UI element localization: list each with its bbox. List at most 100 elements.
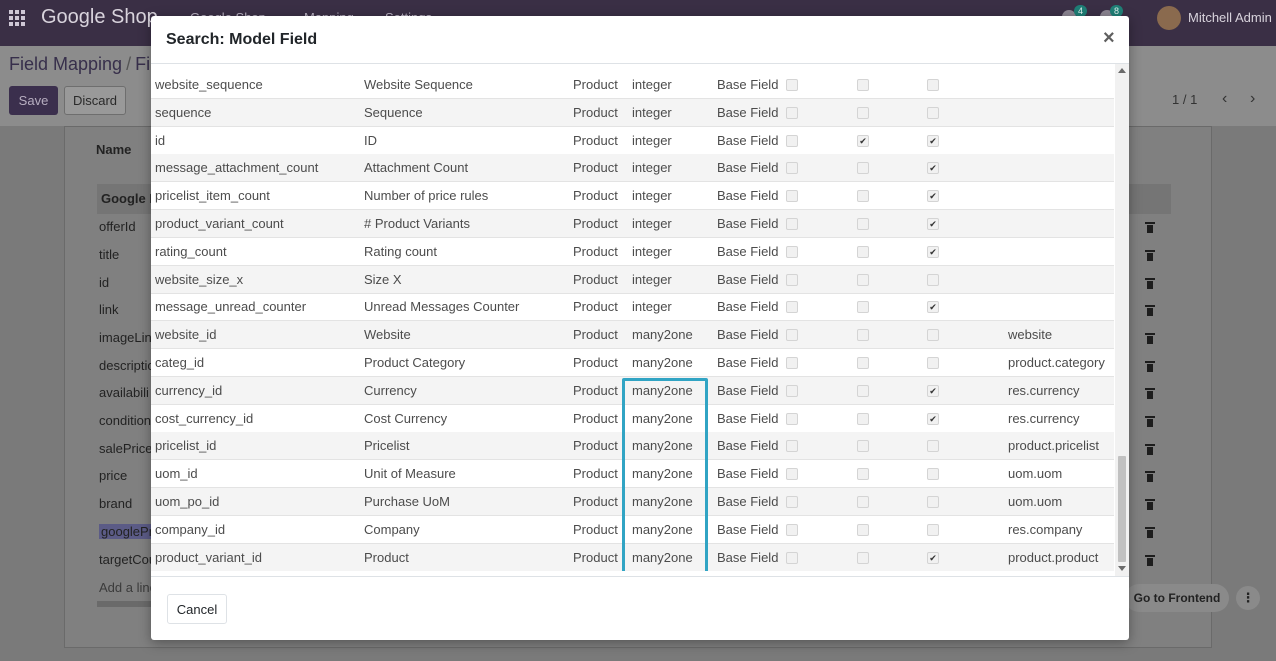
close-icon[interactable]: × [1103, 27, 1115, 50]
checkbox [927, 468, 939, 481]
checkbox [927, 329, 939, 342]
line-item[interactable]: price [99, 468, 127, 483]
trash-icon[interactable] [1145, 222, 1155, 233]
field-origin-cell: Base Field [717, 188, 779, 204]
breadcrumb-current: Fi [135, 54, 151, 74]
table-row[interactable]: company_id Company Product many2one Base Fie… [151, 516, 1114, 544]
add-line-link[interactable]: Add a line [99, 580, 157, 595]
field-type-cell: integer [632, 104, 672, 120]
trash-icon[interactable] [1145, 471, 1155, 482]
discard-button[interactable]: Discard [64, 86, 126, 115]
checkbox: ✔ [927, 551, 939, 564]
cancel-button[interactable]: Cancel [167, 594, 227, 624]
dialog-body: website_sequence Website Sequence Product i… [151, 71, 1115, 571]
table-row[interactable]: message_unread_counter Unread Messages Co… [151, 293, 1114, 322]
field-name-cell: company_id [155, 521, 226, 537]
model-cell: Product [573, 355, 618, 370]
lines-header-label[interactable]: Google F [101, 191, 157, 206]
user-menu[interactable]: Mitchell Admin [1188, 10, 1272, 25]
dialog-header: Search: Model Field × [151, 16, 1129, 64]
trash-icon[interactable] [1145, 388, 1155, 399]
field-description-cell: Attachment Count [364, 160, 469, 176]
table-row[interactable]: uom_id Unit of Measure Product many2one Base… [151, 460, 1114, 489]
line-item[interactable]: id [99, 275, 109, 290]
field-origin-cell: Base Field [717, 438, 779, 454]
checkbox: ✔ [927, 245, 939, 258]
table-row[interactable]: uom_po_id Purchase UoM Product many2one Base… [151, 488, 1114, 516]
line-item[interactable]: title [99, 247, 119, 262]
trash-icon[interactable] [1145, 527, 1155, 538]
app-brand[interactable]: Google Shop [41, 6, 158, 29]
field-type-cell: many2one [632, 382, 693, 398]
field-type-cell: integer [632, 77, 672, 92]
scrollbar-thumb[interactable] [1118, 456, 1126, 562]
line-item[interactable]: condition [99, 413, 151, 428]
scroll-up-icon[interactable] [1118, 68, 1126, 73]
save-button[interactable]: Save [9, 86, 58, 115]
table-row[interactable]: cost_currency_id Cost Currency Product many… [151, 405, 1114, 433]
checkbox: ✔ [927, 134, 939, 147]
line-item[interactable]: googlePr [99, 524, 156, 539]
trash-icon[interactable] [1145, 278, 1155, 289]
apps-menu-icon[interactable] [9, 10, 25, 26]
trash-icon[interactable] [1145, 444, 1155, 455]
dialog-footer: Cancel [151, 576, 1129, 640]
breadcrumb-separator: / [126, 54, 132, 74]
pager-value[interactable]: 1 / 1 [1172, 92, 1197, 107]
field-description-cell: Rating count [364, 243, 437, 259]
table-row[interactable]: currency_id Currency Product many2one Base F… [151, 376, 1114, 405]
table-row[interactable]: website_id Website Product many2one Base Fie… [151, 321, 1114, 350]
trash-icon[interactable] [1145, 499, 1155, 510]
field-origin-cell: Base Field [717, 77, 779, 92]
checkbox: ✔ [927, 218, 939, 230]
table-row[interactable]: product_variant_count # Product Variants P… [151, 210, 1114, 238]
line-item[interactable]: salePrice [99, 441, 152, 456]
trash-icon[interactable] [1145, 555, 1155, 566]
table-row[interactable]: categ_id Product Category Product many2one B… [151, 349, 1114, 377]
line-item[interactable]: imageLin [99, 330, 152, 345]
table-row[interactable]: pricelist_item_count Number of price rule… [151, 182, 1114, 211]
trash-icon[interactable] [1145, 416, 1155, 427]
pager-previous-icon[interactable]: ‹ [1222, 90, 1227, 108]
line-item[interactable]: targetCou [99, 552, 156, 567]
checkbox [786, 162, 798, 175]
field-name-cell: website_id [155, 327, 217, 343]
checkbox [786, 301, 798, 314]
field-name-cell: rating_count [155, 243, 227, 259]
table-row[interactable]: sequence Sequence Product integer Base Field [151, 98, 1114, 127]
line-item[interactable]: availabili [99, 385, 149, 400]
go-to-frontend-button[interactable]: Go to Frontend [1125, 584, 1229, 612]
field-type-cell: many2one [632, 466, 693, 482]
checkbox: ✔ [927, 190, 939, 203]
table-row[interactable]: message_attachment_count Attachment Count… [151, 154, 1114, 183]
trash-icon[interactable] [1145, 305, 1155, 316]
table-row[interactable]: website_size_x Size X Product integer Base F… [151, 265, 1114, 294]
field-name-cell: message_attachment_count [155, 160, 319, 176]
scroll-down-icon[interactable] [1118, 566, 1126, 571]
table-row[interactable]: id ID Product integer Base Field ✔ ✔ [151, 127, 1114, 155]
line-item[interactable]: descriptio [99, 358, 155, 373]
relation-cell: product.category [1008, 355, 1105, 370]
trash-icon[interactable] [1145, 333, 1155, 344]
table-row[interactable]: rating_count Rating count Product integer Ba… [151, 238, 1114, 266]
checkbox [857, 162, 869, 175]
table-row[interactable]: pricelist_id Pricelist Product many2one Base… [151, 432, 1114, 461]
vertical-scrollbar[interactable] [1115, 64, 1129, 576]
breadcrumb-root[interactable]: Field Mapping [9, 54, 122, 74]
pager-next-icon[interactable]: › [1250, 90, 1255, 108]
checkbox [857, 523, 869, 536]
field-description-cell: Sequence [364, 104, 423, 120]
field-type-cell: integer [632, 188, 672, 204]
line-item[interactable]: link [99, 302, 119, 317]
line-item[interactable]: brand [99, 496, 132, 511]
checkbox [786, 523, 798, 536]
trash-icon[interactable] [1145, 250, 1155, 261]
line-item[interactable]: offerId [99, 219, 136, 234]
trash-icon[interactable] [1145, 361, 1155, 372]
model-cell: Product [573, 104, 618, 120]
avatar[interactable] [1157, 6, 1181, 30]
more-options-icon[interactable]: ⋮ [1236, 586, 1260, 610]
table-row[interactable]: product_variant_id Product Product many2one… [151, 543, 1114, 571]
relation-cell: website [1008, 327, 1053, 343]
table-row[interactable]: website_sequence Website Sequence Product i… [151, 71, 1114, 99]
